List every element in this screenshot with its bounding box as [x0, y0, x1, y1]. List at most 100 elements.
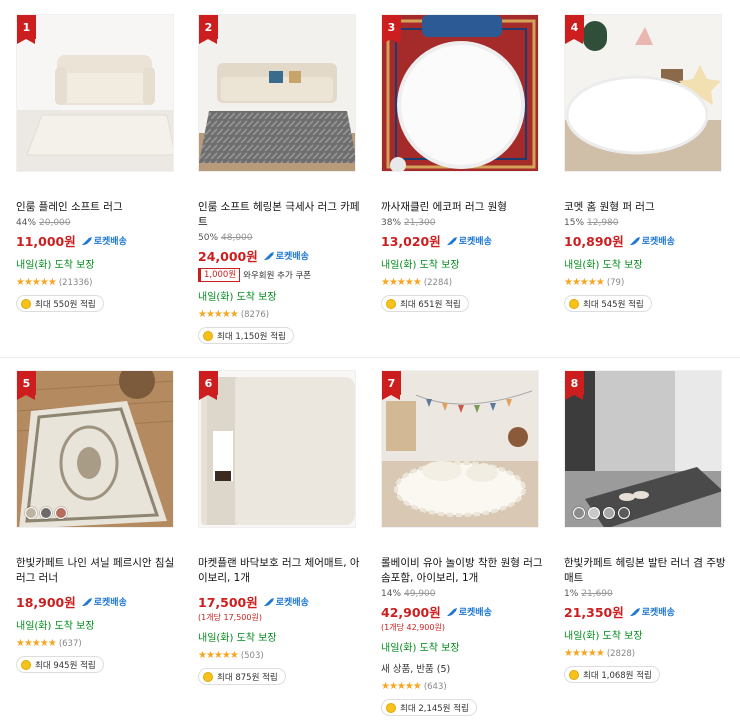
rocket-delivery-badge: 로켓배송 [81, 595, 127, 608]
reward-text: 최대 550원 적립 [35, 299, 96, 310]
product-name[interactable]: 코멧 홈 원형 퍼 러그 [564, 200, 726, 215]
product-image[interactable]: 3 [381, 14, 539, 172]
reward-badge: 최대 1,150원 적립 [198, 327, 294, 344]
new-used-link[interactable]: 새 상품, 반품 (5) [381, 661, 551, 675]
coin-icon [386, 298, 396, 309]
rocket-delivery-badge: 로켓배송 [446, 605, 492, 618]
color-swatch[interactable] [25, 507, 37, 519]
product-card[interactable]: 6 마켓플랜 바닥보호 러그 체어매트, 아이보리, 1개 17,500원 로켓배… [198, 370, 368, 686]
rocket-delivery-badge: 로켓배송 [263, 249, 309, 262]
product-card[interactable]: 1 인룸 플레인 소프트 러그 44% 20,000 11,000원 로켓배송 내일… [16, 14, 186, 313]
rocket-delivery-badge: 로켓배송 [629, 605, 675, 618]
product-photo [565, 15, 721, 171]
discount-info: 15% 12,980 [564, 218, 734, 230]
review-count: (2828) [606, 648, 636, 659]
product-name[interactable]: 한빛카페트 헤링본 발탄 러너 겸 주방매트 [564, 556, 726, 586]
product-photo [199, 371, 355, 527]
reward-text: 최대 545원 적립 [583, 299, 644, 310]
reward-badge: 최대 545원 적립 [564, 295, 652, 312]
color-swatch[interactable] [55, 507, 67, 519]
product-card[interactable]: 3 까사재클린 에코퍼 러그 원형 38% 21,300 13,020원 로켓배송 … [381, 14, 551, 313]
rating-stars: ★★★★★ [16, 277, 57, 288]
color-swatch[interactable] [618, 507, 630, 519]
product-image[interactable]: 2 [198, 14, 356, 172]
row-divider [0, 357, 740, 358]
price: 13,020원 [381, 234, 441, 249]
rocket-label: 로켓배송 [93, 237, 127, 247]
discount-rate: 38% [381, 218, 402, 228]
product-image[interactable]: 6 [198, 370, 356, 528]
product-image[interactable]: 4 [564, 14, 722, 172]
product-grid: 1 인룸 플레인 소프트 러그 44% 20,000 11,000원 로켓배송 내일… [0, 0, 740, 720]
discount-info: 50% 48,000 [198, 233, 368, 245]
coin-icon [569, 298, 579, 309]
color-swatches[interactable] [573, 507, 630, 519]
delivery-info: 내일(화) 도착 보장 [381, 260, 460, 271]
product-name[interactable]: 까사재클린 에코퍼 러그 원형 [381, 200, 543, 215]
product-card[interactable]: 5 한빛카페트 나인 셔닐 페르시안 침실 러그 러너 18,900원 로켓배송 … [16, 370, 186, 674]
coupon-amount: 1,000원 [198, 268, 241, 282]
color-swatch[interactable] [573, 507, 585, 519]
rocket-icon [446, 236, 457, 245]
product-photo [17, 15, 173, 171]
rocket-label: 로켓배송 [93, 598, 127, 608]
rocket-label: 로켓배송 [275, 252, 309, 262]
color-swatch[interactable] [603, 507, 615, 519]
product-image[interactable]: 1 [16, 14, 174, 172]
product-name[interactable]: 롤베이비 유아 놀이방 착한 원형 러그 솜포함, 아이보리, 1개 [381, 556, 543, 586]
reward-badge: 최대 2,145원 적립 [381, 699, 477, 716]
rank-badge: 2 [199, 15, 218, 44]
rocket-icon [81, 236, 92, 245]
rank-badge: 1 [17, 15, 36, 44]
original-price: 49,900 [404, 589, 436, 599]
delivery-info: 내일(화) 도착 보장 [198, 292, 277, 303]
reward-text: 최대 1,068원 적립 [583, 670, 652, 681]
product-image[interactable]: 8 [564, 370, 722, 528]
rocket-delivery-badge: 로켓배송 [81, 234, 127, 247]
rating-stars: ★★★★★ [16, 638, 57, 649]
reward-text: 최대 1,150원 적립 [217, 331, 286, 342]
product-card[interactable]: 4 코멧 홈 원형 퍼 러그 15% 12,980 10,890원 로켓배송 내일(… [564, 14, 734, 313]
unit-price: (1개당 17,500원) [198, 613, 262, 622]
product-image[interactable]: 7 [381, 370, 539, 528]
discount-info: 44% 20,000 [16, 218, 186, 230]
reward-badge: 최대 1,068원 적립 [564, 666, 660, 683]
rocket-icon [263, 597, 274, 606]
rank-badge: 3 [382, 15, 401, 44]
rank-badge: 4 [565, 15, 584, 44]
product-card[interactable]: 2 인룸 소프트 헤링본 극세사 러그 카페트 50% 48,000 24,000 [198, 14, 368, 345]
discount-info: 1% 21,690 [564, 589, 734, 601]
product-name[interactable]: 인룸 소프트 헤링본 극세사 러그 카페트 [198, 200, 360, 230]
review-count: (503) [240, 650, 264, 661]
reward-badge: 최대 875원 적립 [198, 668, 286, 685]
rocket-icon [81, 597, 92, 606]
review-count: (21336) [58, 277, 93, 288]
color-swatch[interactable] [588, 507, 600, 519]
original-price: 20,000 [39, 218, 71, 228]
color-swatches[interactable] [25, 507, 67, 519]
product-name[interactable]: 마켓플랜 바닥보호 러그 체어매트, 아이보리, 1개 [198, 556, 360, 586]
rank-badge: 7 [382, 371, 401, 400]
reward-badge: 최대 651원 적립 [381, 295, 469, 312]
review-count: (2284) [423, 277, 453, 288]
discount-rate: 1% [564, 589, 579, 599]
product-image[interactable]: 5 [16, 370, 174, 528]
rank-badge: 6 [199, 371, 218, 400]
price: 11,000원 [16, 234, 76, 249]
rocket-icon [263, 251, 274, 260]
reward-badge: 최대 550원 적립 [16, 295, 104, 312]
price: 10,890원 [564, 234, 624, 249]
color-swatch[interactable] [40, 507, 52, 519]
discount-info: 14% 49,900 [381, 589, 551, 601]
product-name[interactable]: 인룸 플레인 소프트 러그 [16, 200, 178, 215]
product-name[interactable]: 한빛카페트 나인 셔닐 페르시안 침실 러그 러너 [16, 556, 178, 586]
product-card[interactable]: 8 한빛카페트 헤링본 발탄 러너 겸 주방매트 1% 21,690 21,350… [564, 370, 734, 684]
coupon-text: 와우회원 추가 쿠폰 [243, 271, 312, 281]
coupon-info: 1,000원 와우회원 추가 쿠폰 [198, 268, 368, 282]
product-card[interactable]: 7 롤베이비 유아 놀이방 착한 원형 러그 솜포함, 아이보리, 1개 14%… [381, 370, 551, 717]
price: 24,000원 [198, 249, 258, 264]
rank-badge: 8 [565, 371, 584, 400]
coin-icon [569, 669, 579, 680]
rocket-delivery-badge: 로켓배송 [263, 595, 309, 608]
product-photo [382, 371, 538, 527]
